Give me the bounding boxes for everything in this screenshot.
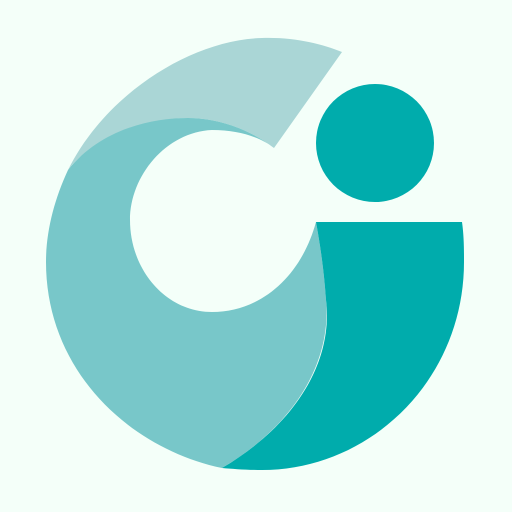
ci-letter-mark-icon [0,0,512,512]
logo-i-dot [316,84,434,202]
app-icon-canvas [0,0,512,512]
